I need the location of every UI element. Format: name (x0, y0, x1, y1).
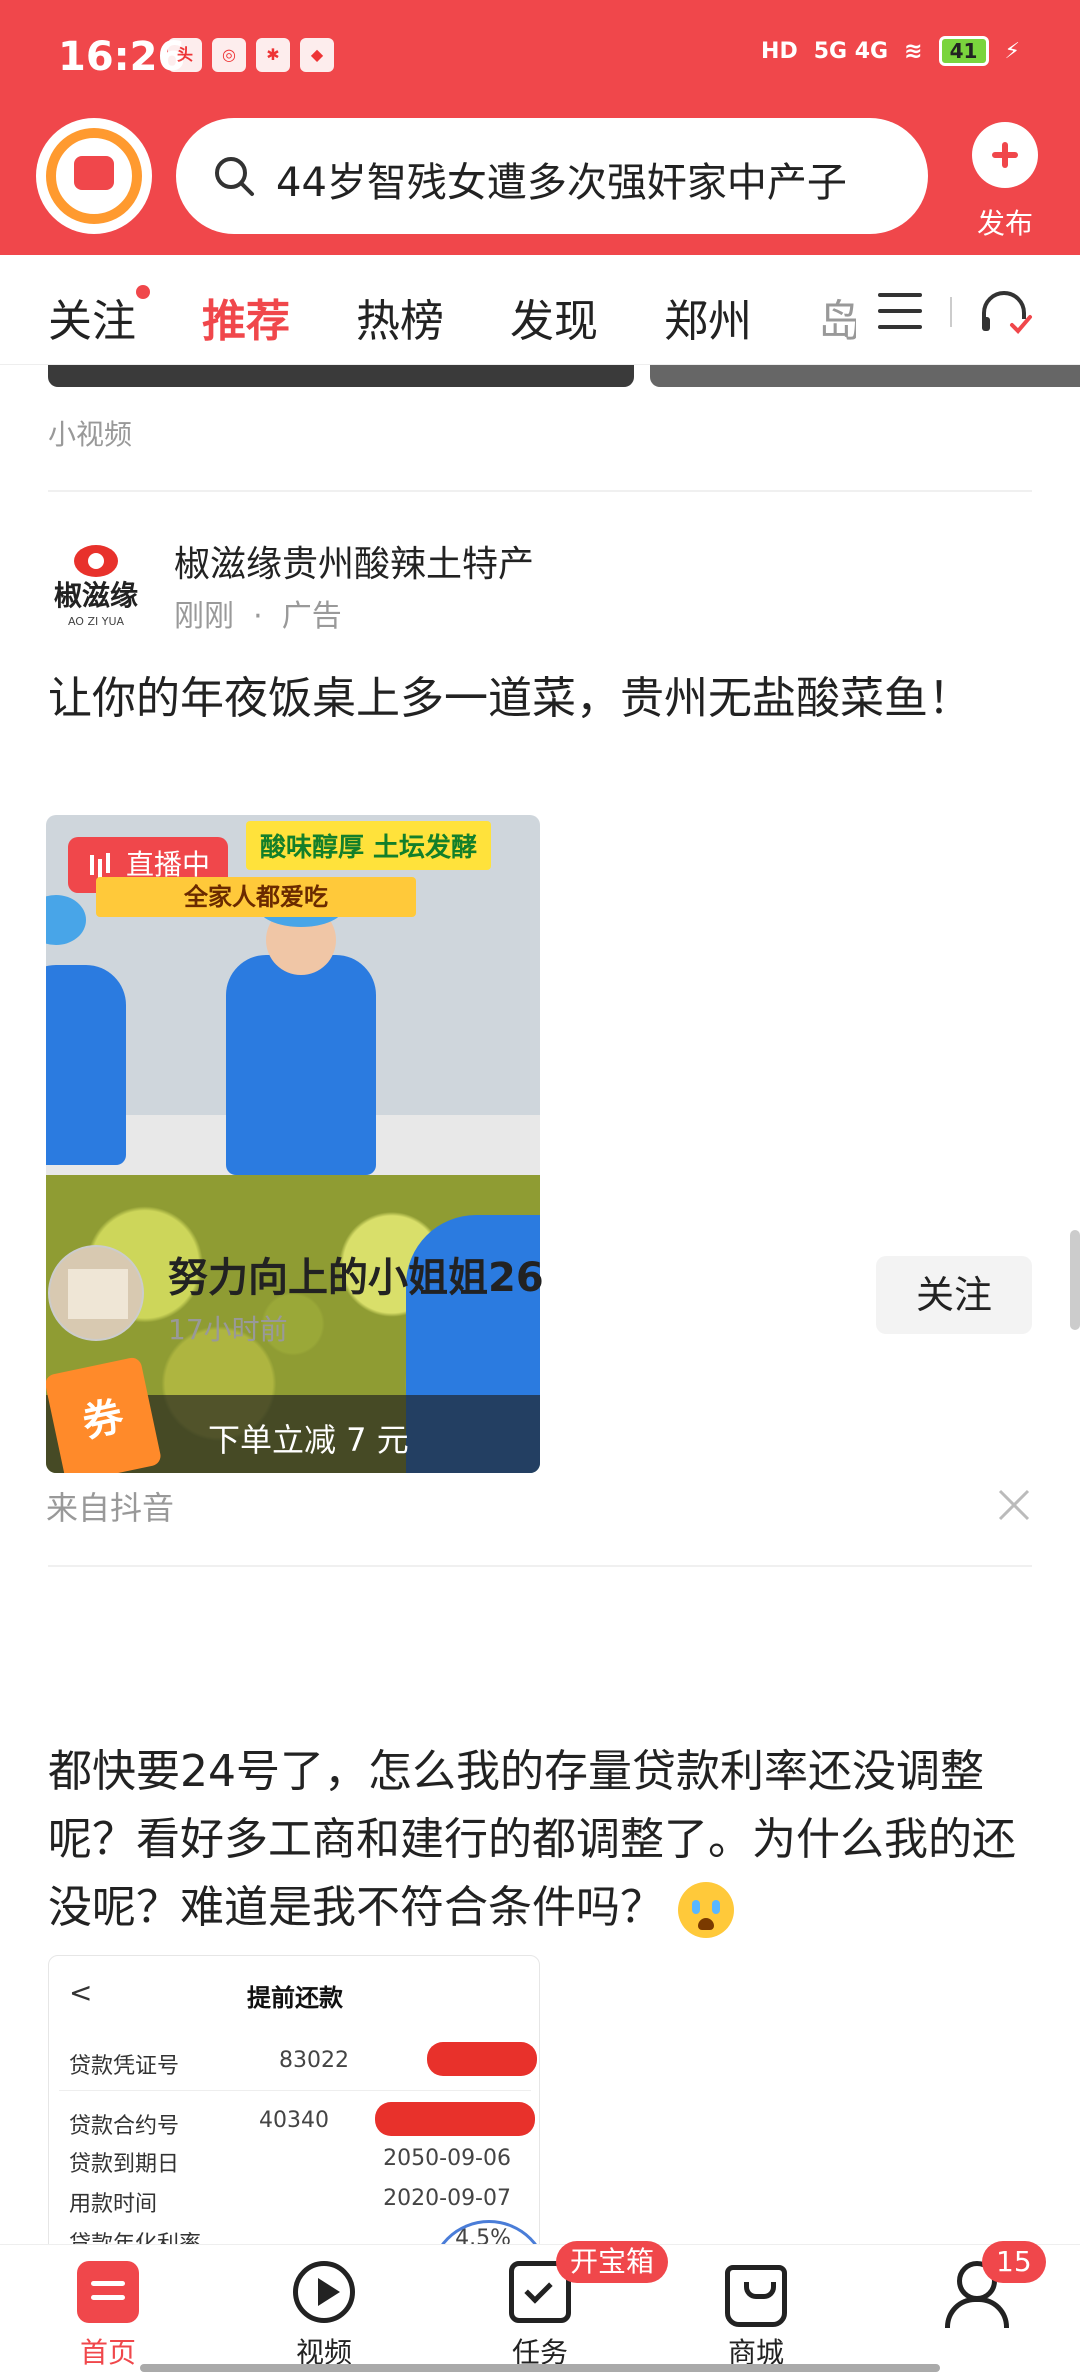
new-dot (136, 285, 150, 299)
svg-text:椒滋缘: 椒滋缘 (54, 579, 138, 612)
hd-icon: HD (761, 38, 798, 64)
scrollbar[interactable] (1070, 1230, 1080, 1330)
close-icon[interactable] (994, 1485, 1034, 1525)
netease-icon: ◎ (212, 38, 246, 72)
bottom-nav: 首页 视频 任务 开宝箱 商城 15 (0, 2241, 1080, 2376)
loan-row: 用款时间 2020-09-07 (69, 2186, 511, 2217)
svg-text:AO ZI YUA: AO ZI YUA (68, 615, 125, 628)
post-time: 17小时前 (168, 1313, 288, 1346)
post-image[interactable]: < 提前还款 贷款凭证号 83022 贷款合约号 40340 贷款到期日 2050-0… (48, 1955, 540, 2255)
post-text[interactable]: 都快要24号了，怎么我的存量贷款利率还没调整呢？看好多工商和建行的都调整了。为什… (48, 1738, 1032, 1942)
clock: 16:26 (58, 34, 186, 80)
tab-partial[interactable]: 岛 (818, 285, 856, 349)
advertiser-logo[interactable]: 椒滋缘 AO ZI YUA (48, 535, 144, 631)
channel-tabs: 关注 推荐 热榜 发现 郑州 岛 (0, 255, 1080, 371)
menu-icon[interactable] (878, 293, 922, 329)
ad-slogan: 酸味醇厚 土坛发酵 (246, 821, 492, 870)
tab-discover[interactable]: 发现 (510, 285, 598, 349)
tab-hot[interactable]: 热榜 (356, 285, 444, 349)
battery-icon: 41 (938, 36, 989, 66)
previous-video-thumb-2[interactable] (650, 365, 1080, 387)
app-header: 44岁智残女遭多次强奸家中产子 发布 (0, 110, 1080, 255)
search-bar[interactable]: 44岁智残女遭多次强奸家中产子 (176, 118, 928, 234)
notification-count-badge: 15 (982, 2241, 1046, 2283)
nav-home[interactable]: 首页 (38, 2255, 178, 2371)
publish-label: 发布 (976, 207, 1033, 240)
shopping-bag-icon (725, 2265, 787, 2327)
screenshot-title: 提前还款 (247, 1984, 343, 2012)
red-packet-icon[interactable] (36, 118, 152, 234)
redaction (427, 2042, 537, 2076)
game-icon: ◆ (300, 38, 334, 72)
ad-meta: 刚刚 · 广告 (174, 599, 342, 634)
notification-icons: 头 ◎ ✱ ◆ (168, 38, 334, 72)
wifi-icon: ≋ (904, 38, 923, 64)
crying-emoji-icon (678, 1882, 734, 1938)
avatar[interactable] (48, 1245, 144, 1341)
ad-source: 来自抖音 (46, 1489, 175, 1527)
status-bar: 16:26 头 ◎ ✱ ◆ HD 5G 4G ≋ 41 ⚡ (0, 0, 1080, 110)
signal-icon: 5G 4G (813, 38, 889, 64)
top-bar: 16:26 头 ◎ ✱ ◆ HD 5G 4G ≋ 41 ⚡ 44岁智残女遭多次强… (0, 0, 1080, 255)
advertiser-name[interactable]: 椒滋缘贵州酸辣土特产 (174, 535, 534, 587)
tab-zhengzhou[interactable]: 郑州 (664, 285, 752, 349)
ad-live-video[interactable]: 直播中 酸味醇厚 土坛发酵 全家人都爱吃 券 下单立减 7 元 (46, 815, 540, 1473)
publish-button[interactable]: 发布 (960, 122, 1050, 242)
nav-task[interactable]: 任务 开宝箱 (470, 2241, 669, 2371)
charging-icon: ⚡ (1004, 38, 1020, 64)
ad-subslogan: 全家人都爱吃 (96, 877, 416, 917)
previous-section-label: 小视频 (48, 418, 133, 451)
search-icon (215, 157, 254, 196)
follow-button[interactable]: 关注 (876, 1256, 1032, 1334)
plus-icon (972, 122, 1038, 188)
previous-video-thumb[interactable] (48, 365, 634, 387)
ad-text[interactable]: 让你的年夜饭桌上多一道菜，贵州无盐酸菜鱼！ (48, 665, 1032, 733)
tab-recommend[interactable]: 推荐 (202, 285, 290, 371)
tab-follow[interactable]: 关注 (48, 285, 150, 349)
loan-row: 贷款到期日 2050-09-06 (69, 2146, 511, 2177)
home-indicator[interactable] (140, 2364, 940, 2372)
nav-me[interactable]: 15 (902, 2241, 1046, 2331)
headphone-icon[interactable] (978, 289, 1034, 337)
toutiao-icon: 头 (168, 38, 202, 72)
treasure-badge: 开宝箱 (556, 2241, 669, 2283)
redaction (375, 2102, 535, 2136)
nav-video[interactable]: 视频 (254, 2255, 394, 2371)
play-icon (293, 2261, 355, 2323)
coupon-text: 下单立减 7 元 (208, 1421, 409, 1459)
app-icon: ✱ (256, 38, 290, 72)
coupon-banner[interactable]: 券 下单立减 7 元 (46, 1356, 540, 1473)
divider (48, 1565, 1032, 1567)
author-name[interactable]: 努力向上的小姐姐26 (168, 1245, 544, 1303)
tab-separator (950, 297, 952, 327)
divider (48, 490, 1032, 492)
nav-mall[interactable]: 商城 (686, 2255, 826, 2371)
home-icon (77, 2261, 139, 2323)
search-text: 44岁智残女遭多次强奸家中产子 (276, 160, 847, 206)
status-right: HD 5G 4G ≋ 41 ⚡ (761, 36, 1020, 66)
